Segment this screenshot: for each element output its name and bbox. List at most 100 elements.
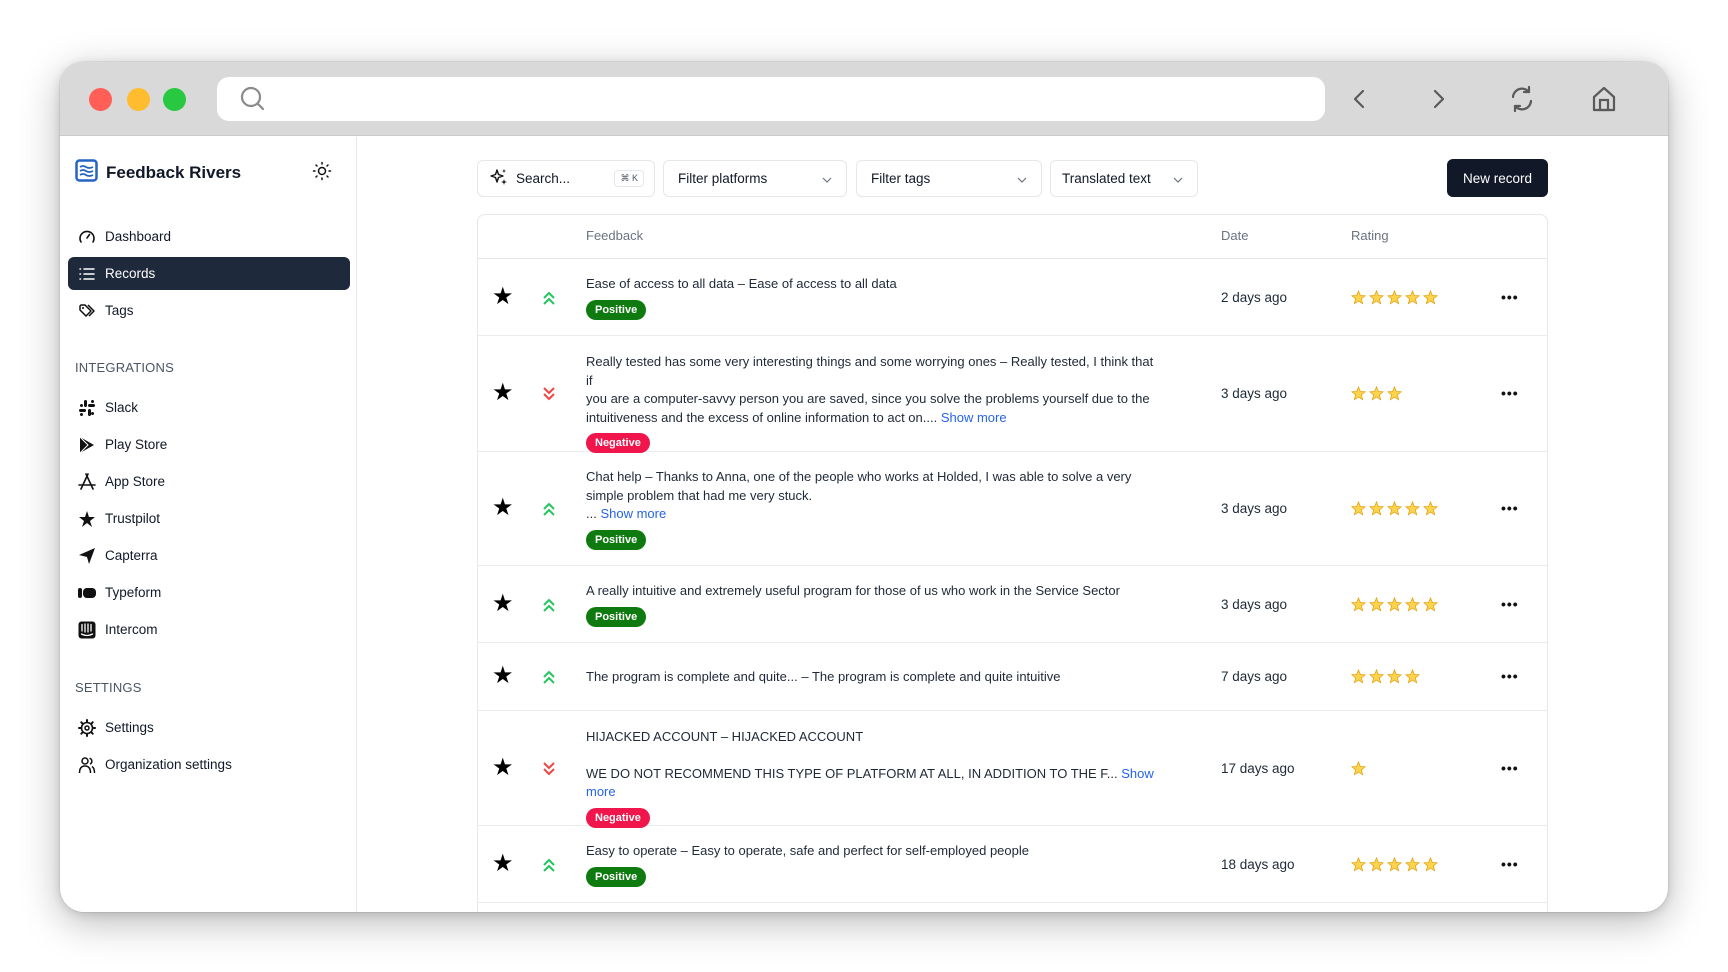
rating-stars bbox=[1350, 289, 1439, 310]
sidebar-item-label: Slack bbox=[105, 400, 139, 415]
home-button[interactable] bbox=[1589, 84, 1619, 114]
show-more-link[interactable]: Show more bbox=[600, 506, 666, 521]
sidebar-item-app-store[interactable]: App Store bbox=[68, 465, 350, 498]
feedback-text-line bbox=[586, 746, 1156, 765]
column-header-rating[interactable]: Rating bbox=[1351, 228, 1389, 243]
reload-button[interactable] bbox=[1507, 84, 1537, 114]
search-input[interactable]: Search... ⌘ K bbox=[477, 160, 655, 197]
sidebar-item-settings[interactable]: Settings bbox=[68, 711, 350, 744]
table-row[interactable]: ★ Really tested has some very interesting… bbox=[478, 336, 1547, 454]
translated-text-dropdown[interactable]: Translated text bbox=[1050, 160, 1198, 197]
feedback-rivers-logo-icon bbox=[75, 159, 98, 187]
sidebar-item-play-store[interactable]: Play Store bbox=[68, 428, 350, 461]
sidebar-item-slack[interactable]: Slack bbox=[68, 391, 350, 424]
feedback-text-line: A really intuitive and extremely useful … bbox=[586, 582, 1156, 601]
brand[interactable]: Feedback Rivers bbox=[75, 159, 241, 187]
feedback-text: A really intuitive and extremely useful … bbox=[586, 583, 1120, 599]
translated-text-label: Translated text bbox=[1062, 171, 1151, 186]
show-more-link[interactable]: Show more bbox=[941, 410, 1007, 425]
rating-star-icon bbox=[1404, 856, 1421, 877]
rating-stars bbox=[1350, 668, 1421, 689]
back-button[interactable] bbox=[1344, 84, 1374, 114]
more-options-icon[interactable]: ••• bbox=[1501, 500, 1519, 516]
sidebar-item-records[interactable]: Records bbox=[68, 257, 350, 290]
favorite-star-icon[interactable]: ★ bbox=[492, 664, 514, 688]
feedback-text-line: simple problem that had me very stuck. bbox=[586, 487, 1156, 506]
rating-star-icon bbox=[1350, 289, 1367, 310]
feedback-cell: HIJACKED ACCOUNT – HIJACKED ACCOUNT WE DO… bbox=[586, 728, 1156, 828]
more-options-icon[interactable]: ••• bbox=[1501, 385, 1519, 401]
rating-star-icon bbox=[1368, 856, 1385, 877]
trend-up-icon bbox=[542, 597, 556, 618]
favorite-star-icon[interactable]: ★ bbox=[492, 496, 514, 520]
sidebar-item-dashboard[interactable]: Dashboard bbox=[68, 220, 350, 253]
rating-stars bbox=[1350, 500, 1439, 521]
maximize-window-button[interactable] bbox=[163, 88, 186, 111]
table-row[interactable]: ★ Easy to operate – Easy to operate, safe… bbox=[478, 826, 1547, 903]
table-row[interactable]: ★ Ease of access to all data – Ease of ac… bbox=[478, 259, 1547, 336]
tags-icon bbox=[78, 302, 96, 320]
rating-star-icon bbox=[1368, 668, 1385, 689]
sidebar-item-trustpilot[interactable]: Trustpilot bbox=[68, 502, 350, 535]
favorite-star-icon[interactable]: ★ bbox=[492, 591, 514, 616]
new-record-button[interactable]: New record bbox=[1447, 159, 1548, 197]
feedback-text: HIJACKED ACCOUNT – HIJACKED ACCOUNT bbox=[586, 728, 864, 744]
sentiment-badge: Positive bbox=[586, 529, 647, 550]
table-row[interactable]: ★ A really intuitive and extremely useful… bbox=[478, 566, 1547, 643]
sidebar-item-organization-settings[interactable]: Organization settings bbox=[68, 748, 350, 781]
feedback-text-line: Chat help – Thanks to Anna, one of the p… bbox=[586, 468, 1156, 487]
sidebar: Feedback Rivers Dashboard Records Tags I… bbox=[60, 137, 357, 912]
sidebar-item-typeform[interactable]: Typeform bbox=[68, 576, 350, 609]
rating-star-icon bbox=[1386, 385, 1403, 406]
table-row[interactable]: ★ The program is complete and quite... – … bbox=[478, 643, 1547, 711]
feedback-cell: Easy to operate – Easy to operate, safe … bbox=[586, 842, 1156, 887]
column-header-date[interactable]: Date bbox=[1221, 228, 1248, 243]
feedback-text-line: ... Show more bbox=[586, 505, 1156, 524]
address-bar[interactable] bbox=[217, 77, 1325, 121]
filter-tags-dropdown[interactable]: Filter tags bbox=[856, 160, 1042, 197]
keyboard-shortcut: ⌘ K bbox=[614, 170, 644, 187]
rating-star-icon bbox=[1422, 596, 1439, 617]
feedback-cell: The program is complete and quite... – T… bbox=[586, 668, 1156, 687]
rating-stars bbox=[1350, 596, 1439, 617]
close-window-button[interactable] bbox=[89, 88, 112, 111]
rating-star-icon bbox=[1404, 500, 1421, 521]
rating-star-icon bbox=[1386, 500, 1403, 521]
more-options-icon[interactable]: ••• bbox=[1501, 856, 1519, 872]
date-cell: 18 days ago bbox=[1221, 856, 1295, 872]
rating-star-icon bbox=[1404, 596, 1421, 617]
filter-tags-label: Filter tags bbox=[871, 171, 931, 186]
table-row[interactable]: ★ Chat help – Thanks to Anna, one of the … bbox=[478, 452, 1547, 566]
app-store-icon bbox=[78, 472, 96, 491]
sidebar-item-label: Organization settings bbox=[105, 757, 232, 772]
sidebar-item-label: App Store bbox=[105, 474, 166, 489]
favorite-star-icon[interactable]: ★ bbox=[492, 284, 514, 309]
rating-stars bbox=[1350, 760, 1367, 781]
sidebar-item-label: Intercom bbox=[105, 622, 158, 637]
sidebar-item-label: Dashboard bbox=[105, 229, 172, 244]
forward-button[interactable] bbox=[1424, 84, 1454, 114]
app-content: Feedback Rivers Dashboard Records Tags I… bbox=[60, 137, 1668, 912]
feedback-text: Chat help – Thanks to Anna, one of the p… bbox=[586, 469, 1132, 485]
feedback-text-line: Ease of access to all data – Ease of acc… bbox=[586, 275, 1156, 294]
more-options-icon[interactable]: ••• bbox=[1501, 668, 1519, 684]
sidebar-item-intercom[interactable]: Intercom bbox=[68, 613, 350, 646]
date-cell: 3 days ago bbox=[1221, 386, 1288, 401]
table-row[interactable]: ★ HIJACKED ACCOUNT – HIJACKED ACCOUNT WE D… bbox=[478, 711, 1547, 828]
favorite-star-icon[interactable]: ★ bbox=[492, 851, 514, 876]
filter-platforms-dropdown[interactable]: Filter platforms bbox=[663, 160, 847, 197]
sidebar-item-tags[interactable]: Tags bbox=[68, 294, 350, 327]
feedback-text: intuitiveness and the excess of online i… bbox=[586, 409, 941, 425]
favorite-star-icon[interactable]: ★ bbox=[492, 755, 514, 780]
minimize-window-button[interactable] bbox=[127, 88, 150, 111]
theme-toggle-button[interactable] bbox=[312, 161, 332, 186]
more-options-icon[interactable]: ••• bbox=[1501, 289, 1519, 305]
more-options-icon[interactable]: ••• bbox=[1501, 760, 1519, 776]
rating-star-icon bbox=[1368, 385, 1385, 406]
sidebar-item-capterra[interactable]: Capterra bbox=[68, 539, 350, 572]
column-header-feedback[interactable]: Feedback bbox=[586, 228, 643, 243]
favorite-star-icon[interactable]: ★ bbox=[492, 381, 514, 405]
rating-star-icon bbox=[1350, 596, 1367, 617]
more-options-icon[interactable]: ••• bbox=[1501, 596, 1519, 612]
filter-platforms-label: Filter platforms bbox=[678, 171, 768, 186]
